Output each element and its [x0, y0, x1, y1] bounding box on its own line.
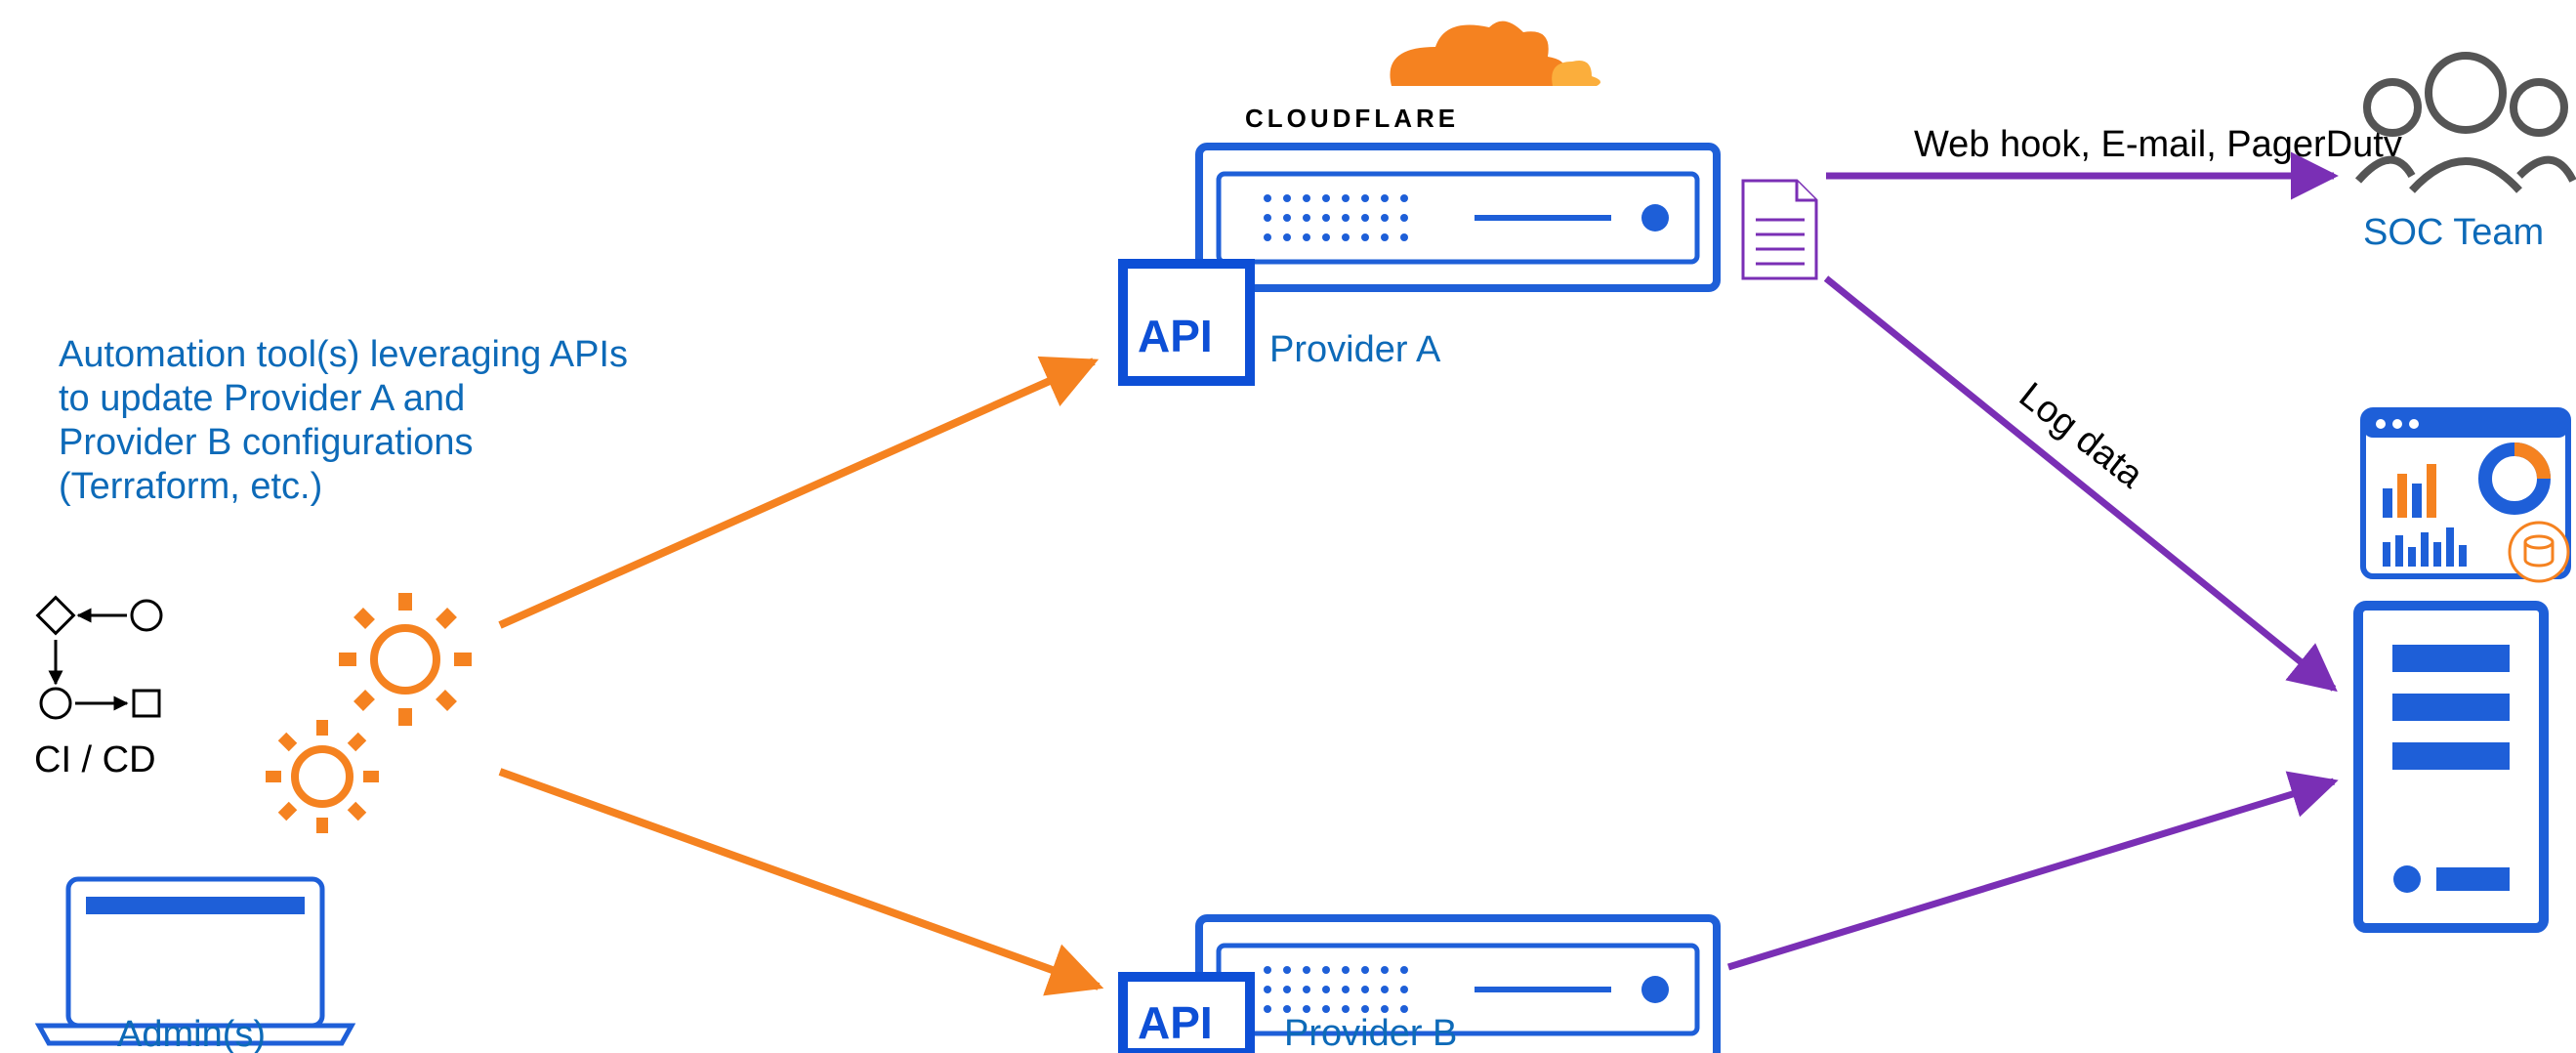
automation-text-line3: Provider B configurations	[59, 422, 474, 463]
arrow-providerb-to-server	[1728, 781, 2334, 967]
arrow-logdata-to-server	[1826, 278, 2334, 689]
provider-a-label: Provider A	[1269, 329, 1441, 370]
admins-label-text: Admin(s)	[117, 1014, 266, 1053]
gears-icon	[266, 593, 472, 833]
provider-b-server-icon	[1199, 918, 1717, 1053]
log-server-icon	[2358, 606, 2544, 928]
automation-text-line1: Automation tool(s) leveraging APIs	[59, 334, 628, 375]
logdata-label: Log data	[2012, 375, 2151, 497]
soc-team-label: SOC Team	[2363, 212, 2544, 253]
arrow-gears-to-provider-a	[500, 361, 1094, 625]
cloudflare-label: CLOUDFLARE	[1245, 104, 1459, 133]
api-box-a: API	[1123, 264, 1250, 381]
cicd-label: CI / CD	[34, 739, 156, 780]
api-label-a: API	[1138, 311, 1213, 361]
api-label-b: API	[1138, 997, 1213, 1048]
architecture-diagram: Automation tool(s) leveraging APIs to up…	[0, 0, 2576, 1053]
soc-team-icon	[2358, 56, 2573, 190]
dashboard-icon	[2363, 410, 2568, 581]
automation-text-line2: to update Provider A and	[59, 378, 465, 419]
arrow-gears-to-provider-b	[500, 772, 1099, 987]
api-b-actual: API	[1123, 977, 1250, 1053]
automation-text-line4: (Terraform, etc.)	[59, 466, 322, 507]
cloudflare-logo	[1390, 21, 1600, 86]
provider-b-label: Provider B	[1284, 1013, 1457, 1053]
document-icon	[1743, 181, 1816, 278]
provider-a-server-icon	[1199, 147, 1717, 288]
cicd-icon	[38, 598, 161, 718]
webhook-label: Web hook, E-mail, PagerDuty	[1914, 124, 2402, 165]
